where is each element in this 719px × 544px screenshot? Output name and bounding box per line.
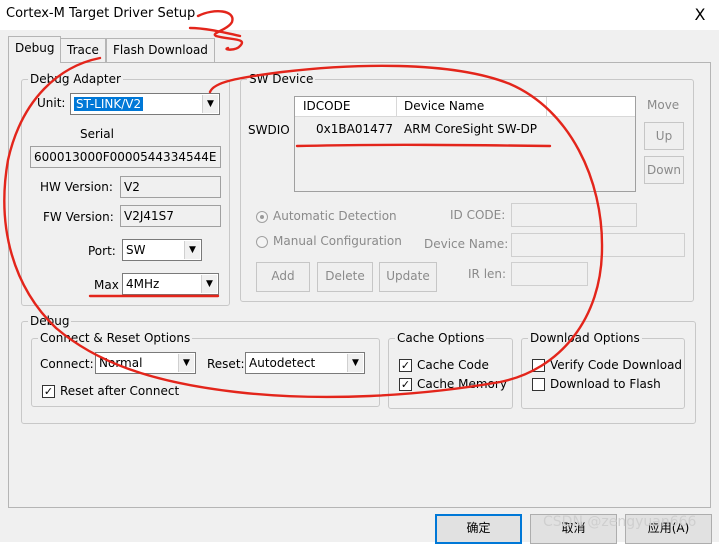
unit-select[interactable]: ST-LINK/V2 ▼: [70, 93, 220, 115]
port-select[interactable]: SW ▼: [122, 239, 202, 261]
chevron-down-icon: ▼: [201, 275, 217, 293]
device-name-label: Device Name:: [424, 237, 509, 251]
max-clock-label: Max: [94, 278, 119, 292]
connect-reset-legend: Connect & Reset Options: [40, 331, 191, 345]
reset-after-connect-checkbox[interactable]: ✓: [42, 385, 55, 398]
fw-version-label: FW Version:: [43, 210, 114, 224]
row-idcode: 0x1BA01477: [316, 122, 393, 136]
automatic-detection-label: Automatic Detection: [273, 209, 397, 223]
max-clock-select[interactable]: 4MHz ▼: [122, 273, 219, 295]
table-row[interactable]: 0x1BA01477 ARM CoreSight SW-DP: [295, 119, 635, 141]
download-to-flash-checkbox[interactable]: [532, 378, 545, 391]
device-name-field[interactable]: [511, 233, 685, 257]
connect-select[interactable]: Normal ▼: [95, 352, 196, 374]
move-down-button[interactable]: Down: [644, 156, 684, 184]
window-title: Cortex-M Target Driver Setup: [6, 6, 196, 21]
serial-field: 600013000F0000544334544E: [30, 146, 221, 168]
reset-label: Reset:: [207, 357, 245, 371]
checkmark-icon: ✓: [400, 378, 411, 391]
tab-trace[interactable]: Trace: [60, 38, 106, 62]
download-to-flash-label: Download to Flash: [550, 377, 661, 391]
unit-label: Unit:: [37, 96, 66, 110]
checkmark-icon: ✓: [43, 385, 54, 398]
debug-adapter-legend: Debug Adapter: [30, 72, 121, 86]
serial-label: Serial: [80, 127, 114, 141]
ir-len-field[interactable]: [511, 262, 588, 286]
port-label: Port:: [88, 244, 116, 258]
manual-configuration-radio[interactable]: [256, 236, 268, 248]
connect-label: Connect:: [40, 357, 94, 371]
reset-value: Autodetect: [249, 356, 316, 370]
swdio-label: SWDIO: [248, 123, 290, 137]
chevron-down-icon: ▼: [202, 95, 218, 113]
cache-memory-label: Cache Memory: [417, 377, 507, 391]
ok-button[interactable]: 确定: [435, 514, 522, 544]
chevron-down-icon: ▼: [178, 354, 194, 372]
sw-device-table[interactable]: IDCODE Device Name 0x1BA01477 ARM CoreSi…: [294, 96, 636, 192]
add-button[interactable]: Add: [256, 262, 310, 292]
automatic-detection-radio[interactable]: [256, 211, 268, 223]
sw-device-legend: SW Device: [249, 72, 314, 86]
column-header-idcode: IDCODE: [303, 99, 351, 113]
chevron-down-icon: ▼: [347, 354, 363, 372]
debug-legend: Debug: [30, 314, 70, 328]
id-code-field[interactable]: [511, 203, 637, 227]
move-label: Move: [647, 98, 680, 112]
verify-code-download-label: Verify Code Download: [550, 358, 683, 372]
tab-flash-download-label: Flash Download: [113, 43, 208, 57]
checkmark-icon: ✓: [400, 359, 411, 372]
fw-version-field: V2J41S7: [120, 205, 221, 227]
update-button[interactable]: Update: [379, 262, 437, 292]
reset-select[interactable]: Autodetect ▼: [245, 352, 365, 374]
tab-debug[interactable]: Debug: [8, 36, 62, 63]
column-divider: [396, 97, 397, 117]
delete-button[interactable]: Delete: [317, 262, 373, 292]
cache-code-checkbox[interactable]: ✓: [399, 359, 412, 372]
table-header: IDCODE Device Name: [295, 97, 635, 117]
tab-flash-download[interactable]: Flash Download: [106, 38, 215, 62]
reset-after-connect-label: Reset after Connect: [60, 384, 180, 398]
port-value: SW: [126, 243, 146, 257]
close-icon[interactable]: X: [688, 4, 712, 26]
move-up-button[interactable]: Up: [644, 122, 684, 150]
connect-value: Normal: [99, 356, 143, 370]
column-header-device-name: Device Name: [404, 99, 485, 113]
watermark: CSDN @zengyuan666: [543, 514, 697, 530]
cache-memory-checkbox[interactable]: ✓: [399, 378, 412, 391]
row-device-name: ARM CoreSight SW-DP: [404, 122, 537, 136]
id-code-label: ID CODE:: [450, 208, 506, 222]
manual-configuration-label: Manual Configuration: [273, 234, 402, 248]
download-options-legend: Download Options: [530, 331, 640, 345]
tab-trace-label: Trace: [67, 43, 99, 57]
tab-debug-label: Debug: [15, 41, 55, 55]
chevron-down-icon: ▼: [184, 241, 200, 259]
verify-code-download-checkbox[interactable]: [532, 359, 545, 372]
column-divider: [546, 97, 547, 117]
cache-code-label: Cache Code: [417, 358, 489, 372]
cache-options-legend: Cache Options: [397, 331, 485, 345]
hw-version-field: V2: [120, 176, 221, 198]
unit-value: ST-LINK/V2: [74, 97, 144, 111]
ir-len-label: IR len:: [468, 267, 507, 281]
hw-version-label: HW Version:: [40, 180, 113, 194]
max-clock-value: 4MHz: [126, 277, 160, 291]
